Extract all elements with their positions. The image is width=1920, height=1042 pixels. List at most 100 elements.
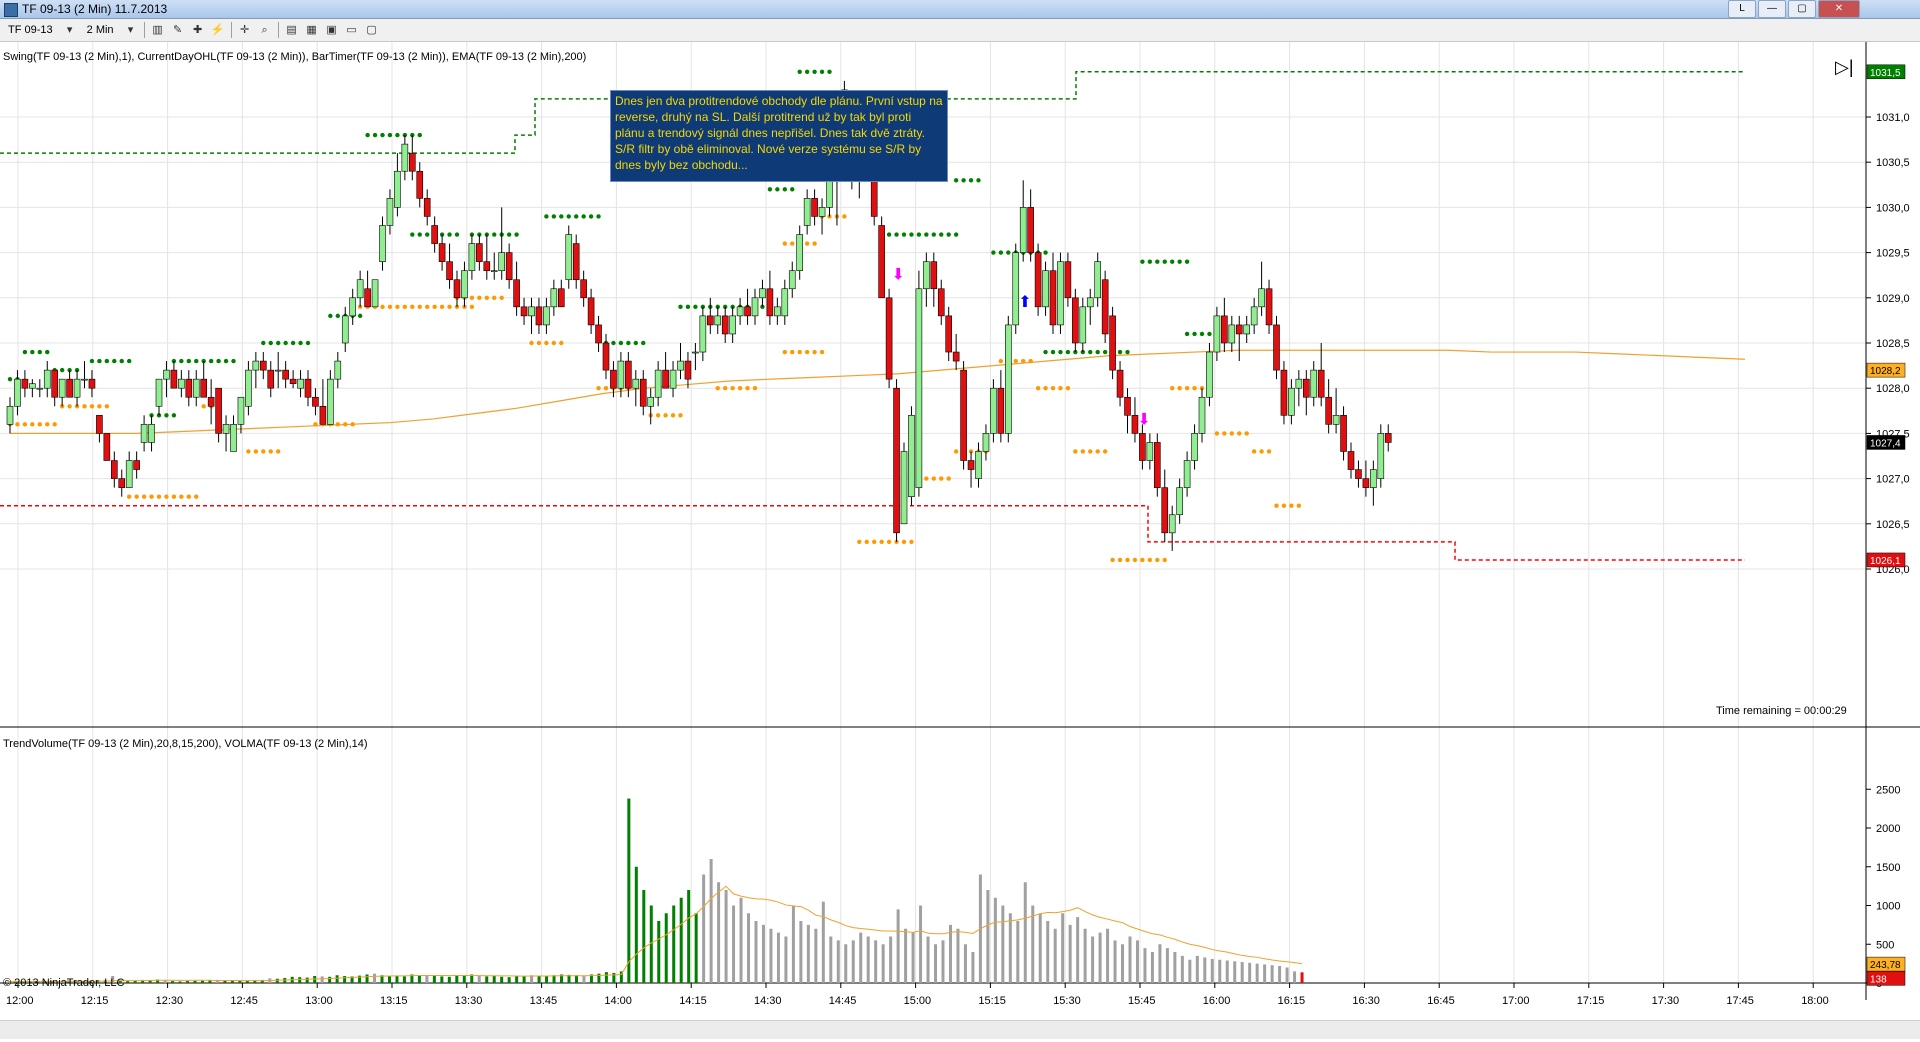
annotation-text-box[interactable]: Dnes jen dva protitrendové obchody dle p… (610, 90, 948, 182)
candle-body (803, 198, 811, 226)
volume-bar (1263, 964, 1267, 983)
chevron-down-icon[interactable]: ▾ (124, 23, 138, 37)
swing-high-dot (626, 340, 631, 346)
swing-low-dot (1058, 386, 1063, 391)
play-to-end-icon[interactable]: ▷| (1835, 57, 1854, 78)
price-tick-label: 1031,0 (1876, 112, 1910, 124)
volume-bar (425, 975, 429, 983)
swing-low-dot (953, 449, 959, 454)
maximize-button[interactable]: ▢ (1788, 0, 1816, 18)
print-icon[interactable]: ▭ (345, 23, 359, 37)
volume-bar (1210, 958, 1214, 983)
zoom-icon[interactable]: ⌕ (258, 23, 272, 37)
swing-low-dot (879, 539, 884, 545)
swing-high-dot (916, 232, 922, 237)
swing-low-dot (97, 404, 102, 409)
swing-low-dot (544, 340, 549, 346)
period-selector[interactable]: 2 Min (83, 23, 118, 37)
swing-low-dot (819, 349, 825, 355)
volume-bar (941, 940, 945, 983)
swing-high-dot (223, 358, 229, 364)
candle-body (982, 433, 990, 452)
swing-low-dot (268, 449, 273, 454)
candle-body (1258, 288, 1265, 308)
time-tick-label: 14:00 (604, 995, 632, 1007)
swing-low-dot (425, 304, 430, 310)
ema-marker: 1028,2 (1870, 366, 1901, 377)
window-icon[interactable]: ▢ (365, 23, 379, 37)
candle-body (1377, 433, 1385, 479)
swing-low-dot (790, 241, 795, 246)
data-box-icon[interactable]: ▦ (305, 23, 319, 37)
link-button[interactable]: L (1728, 0, 1756, 18)
time-tick-label: 15:00 (904, 995, 932, 1007)
crosshair-icon[interactable]: ✛ (238, 23, 252, 37)
volume-bar (1203, 957, 1207, 983)
candle-body (1094, 261, 1101, 299)
swing-high-dot (1006, 250, 1011, 255)
swing-low-dot (1274, 503, 1279, 508)
swing-low-dot (246, 449, 251, 454)
time-tick-label: 16:15 (1278, 995, 1306, 1007)
swing-high-dot (886, 232, 892, 237)
candle-body (1146, 442, 1154, 461)
horizontal-scrollbar[interactable] (0, 1020, 1920, 1039)
swing-high-dot (1170, 259, 1175, 264)
swing-low-dot (901, 539, 907, 545)
strategy-icon[interactable]: ⚡ (211, 23, 225, 37)
volume-bar (507, 977, 511, 983)
pencil-icon[interactable]: ✎ (171, 23, 185, 37)
swing-high-dot (417, 132, 422, 138)
swing-high-dot (45, 349, 50, 355)
volume-bar (1076, 917, 1080, 983)
indicator-icon[interactable]: ✚ (191, 23, 205, 37)
candle-body (334, 360, 342, 380)
volume-bar (373, 973, 377, 983)
volume-bar (881, 944, 885, 983)
close-button[interactable]: ✕ (1818, 0, 1860, 18)
bar-style-icon[interactable]: ▥ (151, 23, 165, 37)
volume-bar (1188, 959, 1192, 983)
candle-body (900, 451, 908, 525)
candle-body (438, 243, 446, 262)
swing-high-dot (328, 313, 333, 319)
swing-high-dot (1043, 250, 1048, 255)
candle-body (632, 378, 640, 389)
swing-low-dot (1102, 449, 1108, 454)
candle-body (163, 369, 170, 380)
swing-low-dot (1170, 386, 1175, 391)
candle-body (1355, 469, 1362, 479)
swing-low-dot (156, 494, 162, 499)
swing-low-dot (529, 340, 534, 346)
candle-body (297, 378, 304, 389)
swing-low-dot (492, 295, 497, 300)
swing-low-dot (484, 295, 489, 300)
time-tick-label: 13:30 (455, 995, 483, 1007)
price-tick-label: 1028,0 (1876, 383, 1910, 395)
instrument-selector[interactable]: TF 09-13 (4, 23, 57, 37)
candle-body (66, 378, 73, 398)
swing-low-dot (1192, 386, 1197, 391)
volume-bar (993, 897, 997, 983)
volume-bar (986, 890, 990, 983)
chart-canvas[interactable]: ⬇ ⬇ ⬆ 1031,0 1030,5 1030,0 1029,5 1029,0 1028,5… (0, 42, 1920, 1042)
sell-arrow: ⬇ (1137, 411, 1150, 428)
candle-body (200, 378, 207, 398)
price-tick-label: 1027,0 (1876, 474, 1910, 486)
swing-high-dot (7, 376, 13, 382)
image-icon[interactable]: ▣ (325, 23, 339, 37)
minimize-button[interactable]: — (1758, 0, 1786, 18)
price-indicators-label: Swing(TF 09-13 (2 Min),1), CurrentDayOHL… (3, 51, 587, 63)
chevron-down-icon[interactable]: ▾ (63, 23, 77, 37)
volume-bar (836, 940, 840, 983)
swing-low-dot (410, 304, 415, 310)
swing-high-dot (976, 178, 981, 183)
swing-high-dot (410, 232, 415, 237)
candle-body (1049, 270, 1057, 326)
candle-body (170, 369, 178, 389)
properties-icon[interactable]: ▤ (285, 23, 299, 37)
candle-body (103, 433, 111, 461)
volume-bar (1195, 955, 1199, 983)
volume-bar (485, 976, 489, 983)
swing-low-dot (1095, 449, 1100, 454)
